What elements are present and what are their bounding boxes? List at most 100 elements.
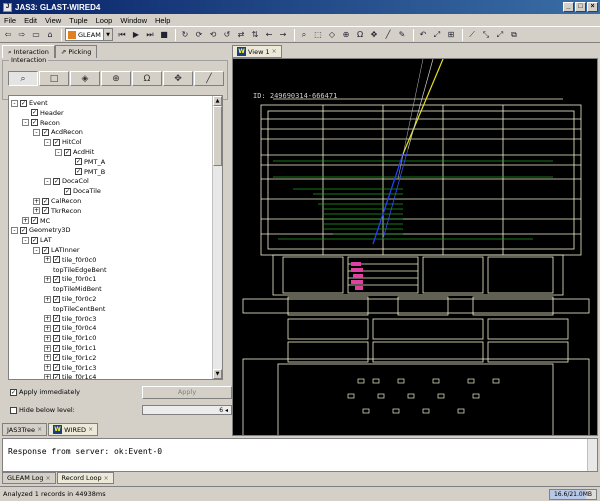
rotate-tool-icon[interactable]: ◇ <box>326 29 338 41</box>
tree-node-checkbox[interactable]: ✓ <box>31 217 38 225</box>
menu-view[interactable]: View <box>41 16 65 25</box>
tab-picking[interactable]: ⇗ Picking <box>54 45 98 58</box>
tree-node[interactable]: - ✓ LAT <box>22 235 52 245</box>
expand-icon[interactable]: + <box>44 354 51 362</box>
hide-level-spinner[interactable]: 6 ◂ <box>142 405 232 415</box>
console-output[interactable]: Response from server: ok:Event-0 <box>2 438 598 472</box>
pan-left-icon[interactable]: ← <box>263 29 275 41</box>
tree-node-checkbox[interactable]: ✓ <box>53 256 60 264</box>
tree-node-checkbox[interactable]: ✓ <box>53 315 60 323</box>
tree-node-checkbox[interactable]: ✓ <box>53 138 60 146</box>
chevron-down-icon[interactable]: ▼ <box>103 29 112 40</box>
close-icon[interactable]: × <box>272 48 277 55</box>
close-icon[interactable]: × <box>46 475 51 482</box>
menu-edit[interactable]: Edit <box>20 16 41 25</box>
close-icon[interactable]: × <box>37 426 42 433</box>
tree-node[interactable]: + ✓ tile_f0r0c4 <box>44 323 96 333</box>
menu-loop[interactable]: Loop <box>92 16 117 25</box>
tree-node-checkbox[interactable]: ✓ <box>53 275 60 283</box>
tree-node[interactable]: ✓ PMT_A <box>66 157 105 167</box>
expand-icon[interactable]: + <box>33 197 40 205</box>
tree-node[interactable]: + ✓ tile_f0r1c1 <box>44 343 96 353</box>
rewind-icon[interactable]: ⏮ <box>116 29 128 41</box>
axis-icon[interactable]: ⟋ <box>466 29 478 41</box>
rotate-y-icon[interactable]: ⟲ <box>207 29 219 41</box>
close-icon[interactable]: × <box>104 475 109 482</box>
pencil-icon[interactable]: ✎ <box>396 29 408 41</box>
tree-node[interactable]: - ✓ Event <box>11 98 48 108</box>
expand-icon[interactable]: + <box>44 364 51 372</box>
collapse-icon[interactable]: - <box>33 128 40 136</box>
expand-icon[interactable]: + <box>44 315 51 323</box>
fit-icon[interactable]: ⤢ <box>431 29 443 41</box>
tree-node-checkbox[interactable]: ✓ <box>20 99 27 107</box>
collapse-icon[interactable]: - <box>55 148 62 156</box>
console-scrollbar[interactable] <box>587 439 597 471</box>
tab-wired[interactable]: W WIRED × <box>48 423 99 436</box>
tree-node-checkbox[interactable]: ✓ <box>53 324 60 332</box>
home-icon[interactable]: ⌂ <box>44 29 56 41</box>
new-icon[interactable]: ▭ <box>30 29 42 41</box>
zoom-icon[interactable]: ⌕ <box>298 29 310 41</box>
tree-node[interactable]: + ✓ tile_f0r1c3 <box>44 363 96 373</box>
sphere-icon[interactable]: ⊕ <box>340 29 352 41</box>
close-icon[interactable]: × <box>88 426 93 433</box>
expand-icon[interactable]: + <box>22 217 29 225</box>
tree-scrollbar[interactable]: ▲ ▼ <box>212 96 222 379</box>
tree-node-checkbox[interactable]: ✓ <box>20 226 27 234</box>
tree-node-checkbox[interactable]: ✓ <box>75 158 82 166</box>
tree-node-checkbox[interactable]: ✓ <box>64 148 71 156</box>
tree-node[interactable]: + ✓ tile_f0r0c1 <box>44 274 96 284</box>
tree-node[interactable]: topTileMidBent <box>44 284 102 294</box>
box-tool-button[interactable]: □ <box>39 71 69 86</box>
tree-node-checkbox[interactable]: ✓ <box>31 109 38 117</box>
tree-node[interactable]: - ✓ HitCol <box>44 137 82 147</box>
tab-jas3tree[interactable]: JAS3Tree × <box>2 423 48 436</box>
expand-icon[interactable]: + <box>44 373 51 379</box>
tree-node[interactable]: + ✓ tile_f0r1c2 <box>44 353 96 363</box>
tree-node[interactable]: - ✓ AcdRecon <box>33 127 83 137</box>
tree-node[interactable]: ✓ PMT_B <box>66 167 105 177</box>
tree-node[interactable]: + ✓ tile_f0r1c4 <box>44 372 96 379</box>
tree-node-checkbox[interactable]: ✓ <box>31 119 38 127</box>
tree-node[interactable]: + ✓ CalRecon <box>33 196 81 206</box>
tree-node[interactable]: + ✓ tile_f0r0c3 <box>44 314 96 324</box>
line-icon[interactable]: ╱ <box>382 29 394 41</box>
tree-node[interactable]: - ✓ LATInner <box>33 245 80 255</box>
stop-icon[interactable]: ■ <box>158 29 170 41</box>
expand-icon[interactable]: + <box>33 207 40 215</box>
apply-immediately-checkbox[interactable]: ✓ <box>10 388 17 396</box>
tree-node[interactable]: - ✓ Geometry3D <box>11 225 71 235</box>
expand-icon[interactable]: + <box>44 295 51 303</box>
minimize-button[interactable]: _ <box>563 2 574 12</box>
reset-icon[interactable]: ↶ <box>417 29 429 41</box>
tree-node[interactable]: + ✓ TkrRecon <box>33 206 81 216</box>
tree-node-checkbox[interactable]: ✓ <box>75 168 82 176</box>
close-button[interactable]: × <box>587 2 598 12</box>
tree-node-checkbox[interactable]: ✓ <box>42 246 49 254</box>
play-icon[interactable]: ▶ <box>130 29 142 41</box>
expand-icon[interactable]: + <box>44 275 51 283</box>
source-combo[interactable]: GLEAM ▼ <box>65 28 113 41</box>
pan-right-icon[interactable]: → <box>277 29 289 41</box>
tree-node[interactable]: - ✓ DocaCol <box>44 176 89 186</box>
collapse-icon[interactable]: - <box>44 177 51 185</box>
collapse-icon[interactable]: - <box>22 236 29 244</box>
box-zoom-icon[interactable]: ⬚ <box>312 29 324 41</box>
tree-node-checkbox[interactable]: ✓ <box>53 354 60 362</box>
flip-icon[interactable]: ⇄ <box>235 29 247 41</box>
apply-button[interactable]: Apply <box>142 385 232 399</box>
back-icon[interactable]: ⇦ <box>2 29 14 41</box>
tree-node[interactable]: + ✓ MC <box>22 216 50 226</box>
tab-record-loop[interactable]: Record Loop × <box>56 472 114 484</box>
rotate-icon[interactable]: ↻ <box>179 29 191 41</box>
rotate-tool-button[interactable]: ◈ <box>70 71 100 86</box>
tab-view-1[interactable]: W View 1 × <box>232 45 282 58</box>
arc-tool-button[interactable]: Ω <box>132 71 162 86</box>
sphere-tool-button[interactable]: ⊕ <box>101 71 131 86</box>
arc-icon[interactable]: Ω <box>354 29 366 41</box>
tree-node[interactable]: - ✓ Recon <box>22 118 60 128</box>
move-tool-button[interactable]: ✥ <box>163 71 193 86</box>
tree-node[interactable]: - ✓ AcdHit <box>55 147 94 157</box>
tree-node[interactable]: topTileCentBent <box>44 304 105 314</box>
